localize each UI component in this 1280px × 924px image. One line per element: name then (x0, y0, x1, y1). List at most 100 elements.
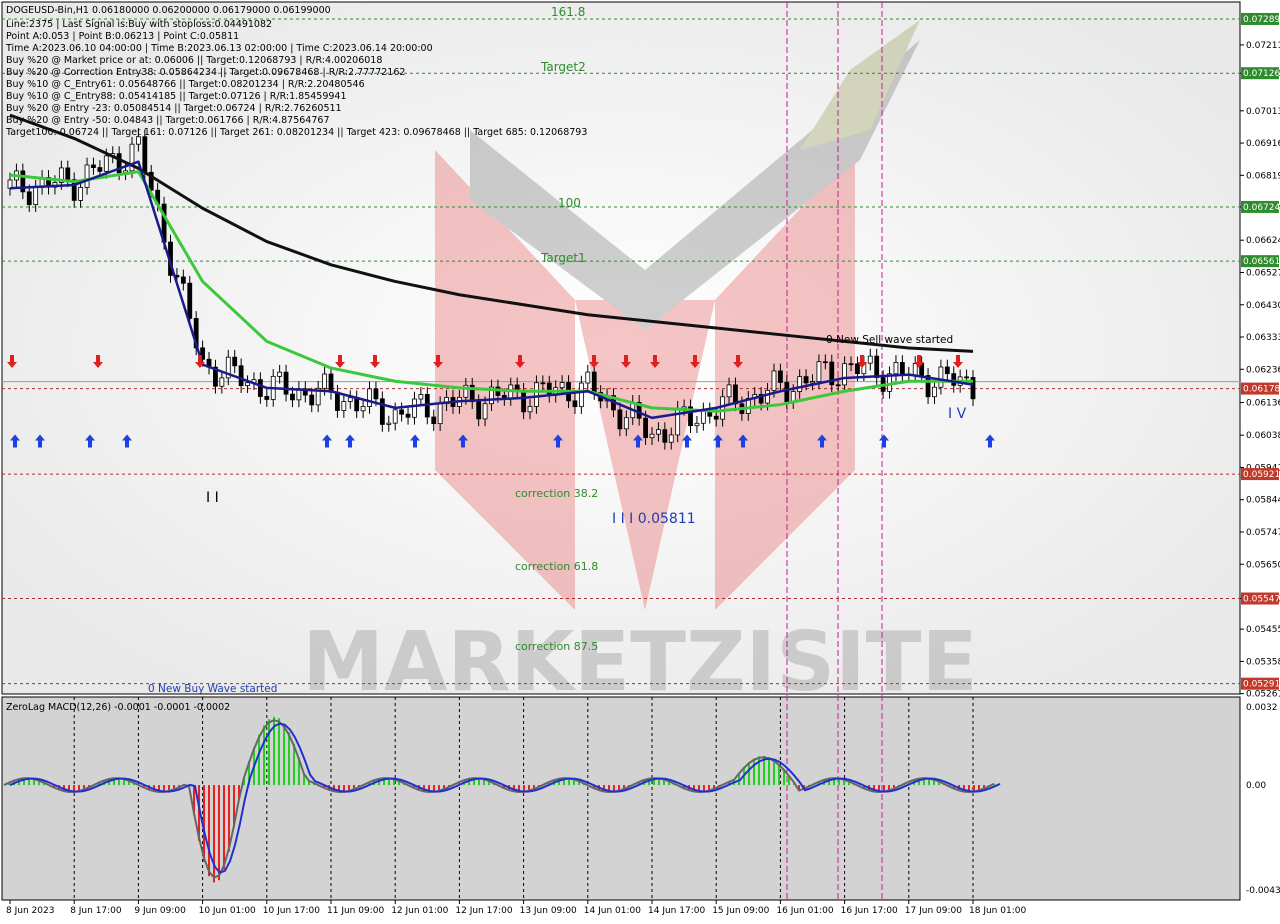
macd-tick-label: 0.0032 (1246, 703, 1278, 713)
time-tick-label: 16 Jun 01:00 (776, 906, 833, 916)
candle-body (643, 417, 648, 439)
info-line: Buy %10 @ C_Entry61: 0.05648766 || Targe… (6, 79, 365, 90)
time-tick-label: 8 Jun 2023 (6, 906, 54, 916)
candle-body (354, 397, 360, 412)
level-label-target1: Target1 (540, 251, 586, 265)
price-tag-label: 0.06561 (1243, 257, 1280, 267)
candle-body (733, 384, 738, 405)
candle-body (559, 382, 565, 389)
candle-body (335, 391, 340, 411)
time-tick-label: 14 Jun 17:00 (648, 906, 705, 916)
macd-title: ZeroLag MACD(12,26) -0.0001 -0.0001 -0.0… (6, 702, 230, 713)
price-tag-label: 0.05291 (1243, 680, 1280, 690)
candle-body (649, 433, 655, 439)
buy-wave-label: 0 New Buy Wave started (148, 683, 277, 695)
candle-body (283, 371, 289, 395)
price-tick-label: 0.06136 (1246, 399, 1280, 409)
candle-body (944, 366, 950, 375)
candle-body (694, 422, 700, 427)
candle-body (578, 382, 584, 408)
candle-body (142, 136, 148, 173)
wave-label-ii: I I (206, 490, 219, 506)
candle-body (65, 167, 71, 181)
price-tick-label: 0.06624 (1246, 236, 1280, 246)
info-line: Buy %10 @ C_Entry88: 0.05414185 || Targe… (6, 91, 347, 102)
macd-tick-label: 0.00 (1246, 781, 1266, 791)
price-tick-label: 0.06038 (1246, 431, 1280, 441)
candle-body (521, 389, 526, 413)
candle-body (771, 370, 777, 391)
candle-body (386, 422, 392, 425)
macd-panel (1, 696, 1241, 901)
candle-body (874, 355, 880, 378)
candle-body (855, 363, 860, 375)
time-axis: 8 Jun 2023 8 Jun 17:00 9 Jun 09:00 10 Jun 0… (6, 900, 1026, 916)
candle-body (899, 362, 905, 375)
candle-body (675, 407, 681, 436)
candle-body (835, 384, 841, 387)
candle-body (379, 398, 385, 425)
candle-body (84, 164, 90, 188)
price-tick-label: 0.05455 (1246, 625, 1280, 635)
candle-body (277, 371, 283, 377)
price-tick-label: 0.06333 (1246, 333, 1280, 343)
candle-body (867, 355, 873, 364)
candle-body (257, 379, 263, 397)
price-tag-label: 0.07126 (1243, 69, 1280, 79)
time-tick-label: 17 Jun 09:00 (905, 906, 962, 916)
candle-body (482, 403, 488, 420)
candle-body (797, 376, 803, 392)
info-line: Time A:2023.06.10 04:00:00 | Time B:2023… (5, 43, 433, 54)
candle-body (367, 388, 372, 407)
price-tag-label: 0.05921 (1243, 470, 1280, 480)
candle-body (964, 376, 969, 379)
price-axis: 0.07211 0.07126 0.07013 0.06916 0.06819 0.067… (1240, 12, 1280, 896)
candle-body (951, 373, 957, 386)
price-tick-label: 0.05358 (1246, 657, 1280, 667)
price-tick-label: 0.05747 (1246, 528, 1280, 538)
candle-body (656, 429, 661, 435)
candle-body (180, 276, 186, 284)
price-tick-label: 0.06430 (1246, 301, 1280, 311)
candle-body (585, 371, 591, 384)
candle-body (309, 394, 315, 406)
candle-body (778, 370, 783, 383)
candle-body (540, 382, 546, 385)
sell-wave-label: 0 New Sell wave started (826, 334, 953, 346)
wave-label-iv: I V (948, 406, 967, 422)
candle-body (97, 167, 103, 172)
symbol-line: DOGEUSD-Bin,H1 0.06180000 0.06200000 0.0… (6, 5, 331, 16)
candle-body (341, 401, 347, 411)
candle-body (78, 187, 84, 201)
price-tick-label: 0.06819 (1246, 171, 1280, 181)
candle-body (328, 373, 334, 393)
time-tick-label: 12 Jun 01:00 (391, 906, 448, 916)
correction-61-label: correction 61.8 (515, 560, 598, 573)
candle-body (893, 362, 899, 375)
candle-body (219, 377, 225, 387)
candle-body (26, 191, 32, 206)
time-tick-label: 12 Jun 17:00 (455, 906, 512, 916)
info-line: Buy %20 @ Entry -23: 0.05084514 || Targe… (6, 103, 342, 114)
info-line: Buy %20 @ Correction Entry38: 0.05864234… (6, 67, 405, 78)
level-label-100: 100 (558, 196, 581, 210)
price-tick-label: 0.07211 (1246, 41, 1280, 51)
candle-body (816, 361, 822, 382)
candle-body (546, 382, 552, 396)
watermark-text: MARKETZISITE (302, 615, 977, 710)
candle-body (932, 386, 937, 398)
time-tick-label: 13 Jun 09:00 (520, 906, 577, 916)
trading-chart: MARKETZISITE 0.07211 0.07126 0.07013 0.0691… (1, 1, 1280, 916)
candle-body (476, 401, 482, 420)
candle-body (245, 382, 250, 387)
candle-body (784, 382, 790, 403)
candle-body (418, 394, 424, 400)
time-tick-label: 11 Jun 09:00 (327, 906, 384, 916)
price-tick-label: 0.05844 (1246, 496, 1280, 506)
candle-body (534, 382, 539, 407)
candle-body (373, 388, 379, 400)
candle-body (437, 403, 443, 425)
candle-body (232, 356, 238, 367)
candle-body (617, 409, 623, 430)
candle-body (103, 155, 109, 172)
